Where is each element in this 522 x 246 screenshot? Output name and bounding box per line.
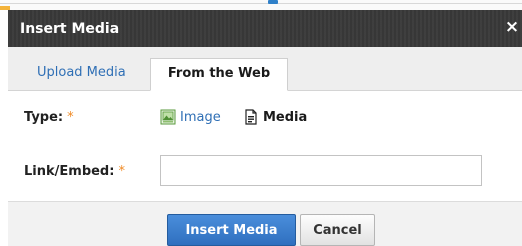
type-option-image[interactable]: Image: [160, 109, 221, 125]
background-page-strip: [0, 0, 522, 10]
background-link-fragment: [268, 0, 278, 4]
image-icon: [160, 109, 176, 125]
type-option-media[interactable]: Media: [243, 109, 307, 125]
link-label-row: Link/Embed: *: [24, 164, 125, 179]
required-marker: *: [67, 110, 74, 125]
tab-upload-media[interactable]: Upload Media: [26, 58, 137, 90]
tab-from-the-web[interactable]: From the Web: [150, 58, 288, 91]
tab-strip: Upload Media From the Web: [8, 47, 522, 91]
link-embed-input[interactable]: [160, 155, 482, 186]
link-embed-label: Link/Embed:: [24, 164, 115, 179]
required-marker: *: [118, 164, 125, 179]
dialog-titlebar: Insert Media ×: [8, 10, 522, 47]
type-label-row: Type: *: [24, 110, 74, 125]
close-icon[interactable]: ×: [504, 18, 520, 36]
type-option-image-label: Image: [180, 109, 221, 125]
type-label: Type:: [24, 110, 64, 125]
background-divider: [0, 3, 522, 4]
type-option-media-label: Media: [263, 109, 308, 125]
media-form: Type: * Image Media Link/Embed: *: [8, 91, 522, 201]
dialog-title: Insert Media: [20, 21, 120, 37]
media-file-icon: [245, 109, 257, 125]
insert-media-dialog: Insert Media × Upload Media From the Web…: [8, 10, 522, 246]
dialog-footer: Insert Media Cancel: [8, 201, 522, 246]
insert-media-button[interactable]: Insert Media: [167, 214, 296, 246]
cancel-button[interactable]: Cancel: [300, 214, 375, 246]
